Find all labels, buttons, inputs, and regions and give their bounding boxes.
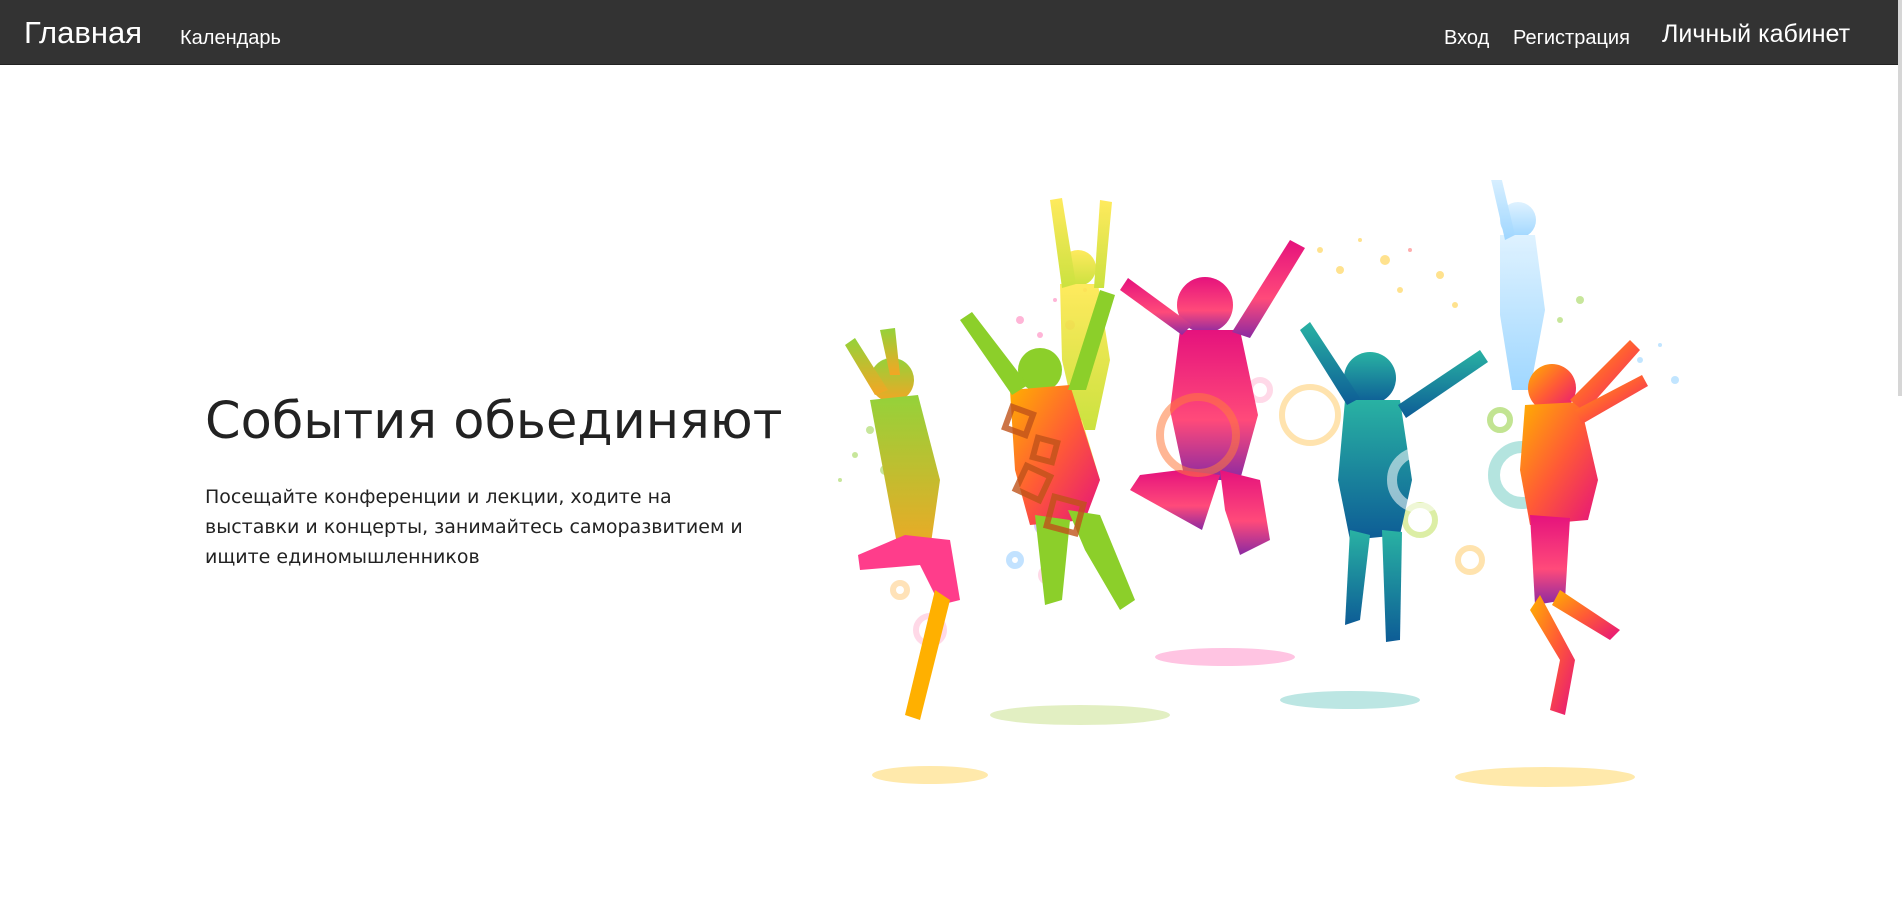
figure-green-boy [960, 290, 1135, 610]
ground-shadow [1280, 691, 1420, 709]
nav-account-link[interactable]: Личный кабинет [1662, 19, 1850, 49]
home-link[interactable]: Главная [24, 15, 142, 51]
figure-left-girl [845, 328, 960, 720]
jumping-people-illustration [838, 180, 1679, 787]
ground-shadow [872, 766, 988, 784]
figure-pink-girl [1120, 240, 1305, 555]
figure-teal-girl [1300, 322, 1488, 642]
hero-description: Посещайте конференции и лекции, ходите н… [205, 486, 743, 568]
nav-calendar-link[interactable]: Календарь [180, 26, 281, 50]
ground-shadow [1455, 767, 1635, 787]
scrollbar[interactable] [1898, 0, 1902, 396]
hero-title: События обьединяют [205, 392, 783, 451]
nav-register-link[interactable]: Регистрация [1513, 26, 1630, 50]
nav-login-link[interactable]: Вход [1444, 26, 1489, 50]
ground-shadow [990, 705, 1170, 725]
ground-shadow [1155, 648, 1295, 666]
top-navbar: Главная Календарь Вход Регистрация Личны… [0, 0, 1902, 65]
figure-blue [1491, 180, 1545, 390]
figure-orange-boy [1520, 340, 1648, 715]
